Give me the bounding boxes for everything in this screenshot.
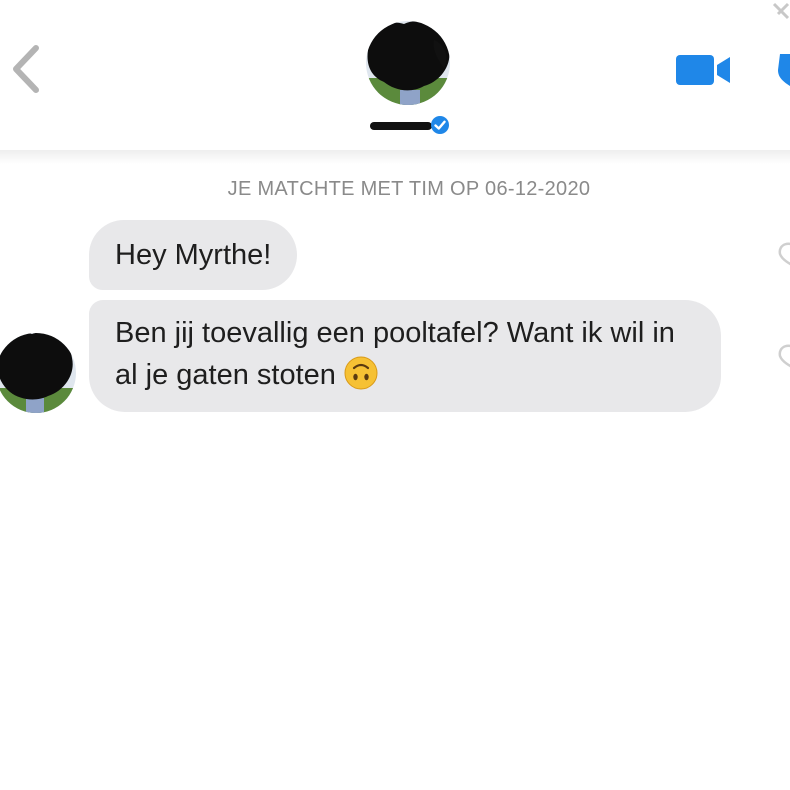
heart-outline-icon[interactable] [776,342,790,370]
close-corner-icon [764,0,790,26]
chat-header [0,0,790,152]
upside-down-face-icon [344,356,378,390]
verified-badge-icon [430,115,450,135]
message-text: Hey Myrthe! [115,239,272,271]
video-call-button[interactable] [674,52,732,88]
match-notice: JE MATCHTE MET TIM OP 06-12-2020 [227,178,591,200]
safety-shield-button[interactable] [772,48,790,88]
message-bubble[interactable]: Ben jij toevallig een pooltafel? Want ik… [89,300,721,412]
chevron-left-icon [13,45,39,93]
match-name-redacted [370,118,432,130]
shield-icon [778,54,790,86]
header-divider [0,150,790,164]
message-bubble[interactable]: Hey Myrthe! [89,220,298,290]
chat-screen: JE MATCHTE MET TIM OP 06-12-2020 Hey Myr… [0,0,790,790]
match-avatar[interactable] [364,20,452,106]
message-text: Ben jij toevallig een pooltafel? Want ik… [115,317,675,391]
back-button[interactable] [8,44,44,94]
heart-outline-icon[interactable] [776,240,790,268]
sender-avatar[interactable] [0,330,76,416]
video-camera-icon [676,55,730,85]
